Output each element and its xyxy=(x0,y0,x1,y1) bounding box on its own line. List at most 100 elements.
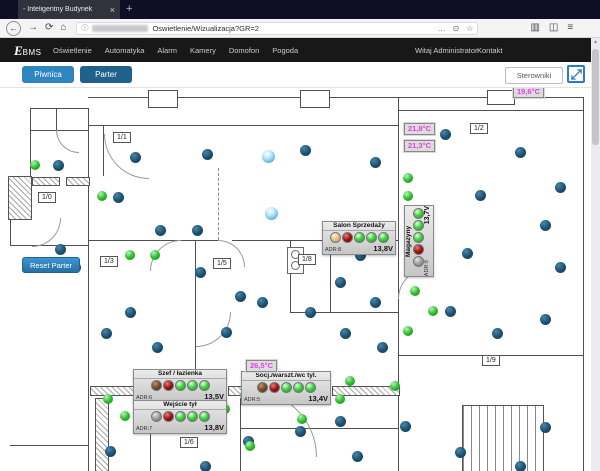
status-led-green xyxy=(413,220,424,231)
lamp-dot-icon[interactable] xyxy=(125,307,136,318)
lamp-dot-icon[interactable] xyxy=(540,314,551,325)
hatched-wall xyxy=(66,177,90,186)
reset-parter-button[interactable]: Reset Parter xyxy=(22,257,80,273)
lamp-dot-icon[interactable] xyxy=(492,328,503,339)
lamp-dot-icon[interactable] xyxy=(400,421,411,432)
lamp-dot-icon[interactable] xyxy=(221,327,232,338)
lamp-dot-icon[interactable] xyxy=(440,129,451,140)
lamp-dot-icon[interactable] xyxy=(297,414,307,424)
url-bar[interactable]: ⓘ Oswietlenie/Wizualizacja?GR=2 … ⊙ ☆ xyxy=(76,22,478,35)
lamp-dot-icon[interactable] xyxy=(200,461,211,471)
scrollbar[interactable]: ▲ xyxy=(591,38,600,471)
tab-piwnica[interactable]: Piwnica xyxy=(22,66,74,83)
lamp-dot-icon[interactable] xyxy=(555,182,566,193)
device-panel[interactable]: Socj./warszt./wc tyl.ADR:513,4V xyxy=(241,371,331,405)
lamp-dot-icon[interactable] xyxy=(125,250,135,260)
lamp-dot-icon[interactable] xyxy=(445,306,456,317)
lamp-dot-icon[interactable] xyxy=(150,250,160,260)
lamp-dot-icon[interactable] xyxy=(377,342,388,353)
forward-icon[interactable]: → xyxy=(28,23,38,33)
device-panel[interactable]: Magazyny13,7VADR:9 xyxy=(404,205,434,277)
lamp-dot-icon[interactable] xyxy=(235,291,246,302)
lamp-dot-icon[interactable] xyxy=(455,447,466,458)
url-path: Oswietlenie/Wizualizacja?GR=2 xyxy=(152,24,259,33)
back-icon[interactable]: ← xyxy=(6,21,21,36)
new-tab-icon[interactable]: + xyxy=(126,3,132,16)
lamp-dot-icon[interactable] xyxy=(257,297,268,308)
lamp-dot-icon[interactable] xyxy=(245,441,255,451)
nav-item-kamery[interactable]: Kamery xyxy=(190,46,216,55)
lamp-dot-icon[interactable] xyxy=(515,147,526,158)
lamp-dot-icon[interactable] xyxy=(113,192,124,203)
scrollbar-thumb[interactable] xyxy=(592,49,599,145)
lamp-dot-icon[interactable] xyxy=(335,277,346,288)
lamp-dot-icon[interactable] xyxy=(540,422,551,433)
lamp-dot-icon[interactable] xyxy=(192,225,203,236)
lamp-dot-icon[interactable] xyxy=(335,416,346,427)
site-navbar: EBMS Oświetlenie Automatyka Alarm Kamery… xyxy=(0,38,600,62)
lamp-dot-icon[interactable] xyxy=(130,152,141,163)
lamp-dot-icon[interactable] xyxy=(390,381,400,391)
lamp-dot-icon[interactable] xyxy=(152,342,163,353)
lamp-dot-icon[interactable] xyxy=(55,244,66,255)
lamp-dot-icon[interactable] xyxy=(403,326,413,336)
wall-segment xyxy=(103,125,104,176)
lamp-dot-icon[interactable] xyxy=(370,157,381,168)
tab-parter[interactable]: Parter xyxy=(80,66,132,83)
lamp-dot-icon[interactable] xyxy=(370,297,381,308)
lamp-dot-icon[interactable] xyxy=(202,149,213,160)
lamp-dot-icon[interactable] xyxy=(335,394,345,404)
controllers-button[interactable]: Sterowniki xyxy=(505,67,563,84)
lamp-dot-icon[interactable] xyxy=(120,411,130,421)
lamp-dot-icon[interactable] xyxy=(352,451,363,462)
nav-item-oswietlenie[interactable]: Oświetlenie xyxy=(53,46,92,55)
home-icon[interactable]: ⌂ xyxy=(60,23,66,33)
browser-tab[interactable]: - Inteligentny Budynek × xyxy=(18,0,120,19)
ebms-logo[interactable]: EBMS xyxy=(14,42,42,60)
page-actions-icon[interactable]: … xyxy=(438,24,446,33)
lamp-sphere-icon[interactable] xyxy=(262,150,275,163)
device-panel[interactable]: Szef / łazienkaADR:613,5V xyxy=(133,369,227,403)
lamp-dot-icon[interactable] xyxy=(403,173,413,183)
lamp-dot-icon[interactable] xyxy=(300,145,311,156)
lamp-dot-icon[interactable] xyxy=(195,267,206,278)
lamp-dot-icon[interactable] xyxy=(101,328,112,339)
lamp-dot-icon[interactable] xyxy=(555,262,566,273)
nav-item-pogoda[interactable]: Pogoda xyxy=(272,46,298,55)
lamp-dot-icon[interactable] xyxy=(155,225,166,236)
lamp-dot-icon[interactable] xyxy=(515,461,526,471)
lamp-dot-icon[interactable] xyxy=(462,248,473,259)
lamp-dot-icon[interactable] xyxy=(53,160,64,171)
library-icon[interactable]: ▥ xyxy=(530,23,539,33)
lamp-dot-icon[interactable] xyxy=(97,191,107,201)
device-panel[interactable]: Wejście tyłADR:713,8V xyxy=(133,400,227,434)
lamp-dot-icon[interactable] xyxy=(295,426,306,437)
lamp-dot-icon[interactable] xyxy=(403,191,413,201)
hamburger-menu-icon[interactable]: ≡ xyxy=(567,23,573,33)
nav-item-automatyka[interactable]: Automatyka xyxy=(105,46,145,55)
nav-item-domofon[interactable]: Domofon xyxy=(229,46,259,55)
nav-item-alarm[interactable]: Alarm xyxy=(157,46,177,55)
device-panel[interactable]: Salon SprzedażyADR:813,8V xyxy=(322,221,396,255)
lamp-dot-icon[interactable] xyxy=(540,220,551,231)
lamp-dot-icon[interactable] xyxy=(410,286,420,296)
tab-close-icon[interactable]: × xyxy=(110,5,115,15)
lamp-dot-icon[interactable] xyxy=(30,160,40,170)
room-label: 1/9 xyxy=(482,355,500,366)
lamp-dot-icon[interactable] xyxy=(340,328,351,339)
bookmark-star-icon[interactable]: ☆ xyxy=(466,24,473,33)
lamp-dot-icon[interactable] xyxy=(345,376,355,386)
lamp-dot-icon[interactable] xyxy=(428,306,438,316)
scroll-up-icon[interactable]: ▲ xyxy=(591,38,600,47)
reload-icon[interactable]: ⟳ xyxy=(45,23,53,33)
lamp-dot-icon[interactable] xyxy=(305,307,316,318)
nav-item-kontakt[interactable]: Kontakt xyxy=(477,46,502,55)
lamp-dot-icon[interactable] xyxy=(103,394,113,404)
lamp-dot-icon[interactable] xyxy=(105,446,116,457)
site-info-icon[interactable]: ⓘ xyxy=(81,23,88,33)
lamp-sphere-icon[interactable] xyxy=(265,207,278,220)
fullscreen-icon[interactable] xyxy=(567,65,585,83)
lamp-dot-icon[interactable] xyxy=(475,190,486,201)
sidebar-icon[interactable]: ◫ xyxy=(549,23,558,33)
pocket-icon[interactable]: ⊙ xyxy=(453,24,460,33)
